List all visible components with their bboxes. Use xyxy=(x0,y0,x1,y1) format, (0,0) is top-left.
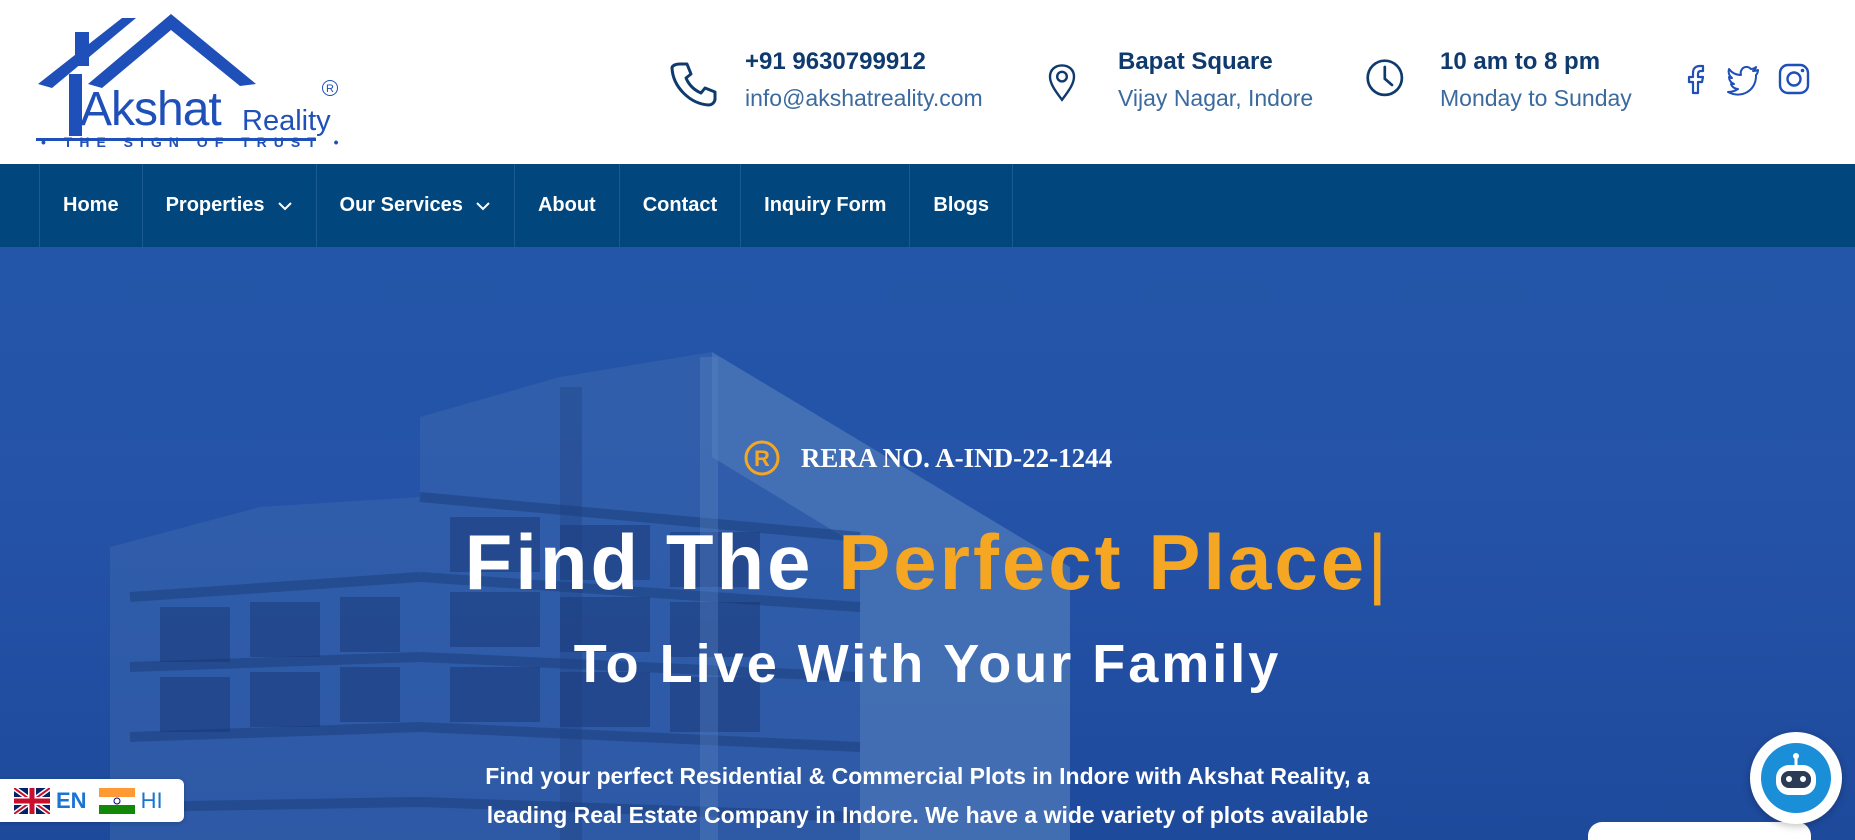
location-pin-icon xyxy=(1048,64,1076,102)
lang-option-hi[interactable]: HI xyxy=(141,788,163,814)
svg-text:R: R xyxy=(754,446,770,471)
nav-item-label: Contact xyxy=(642,194,718,216)
brand-logo[interactable]: Akshat Reality R • THE SIGN OF TRUST • xyxy=(36,12,346,154)
nav-item-home[interactable]: Home xyxy=(40,164,143,247)
nav-item-label: About xyxy=(537,194,596,216)
hours-line-1: 10 am to 8 pm xyxy=(1440,48,1601,75)
main-navigation: Home Properties Our Services About Conta… xyxy=(0,164,1855,247)
chevron-down-icon xyxy=(476,201,490,210)
lang-option-en[interactable]: EN xyxy=(56,788,87,814)
instagram-icon[interactable] xyxy=(1777,62,1811,96)
nav-list: Home Properties Our Services About Conta… xyxy=(39,164,1013,247)
language-switcher: EN HI xyxy=(0,779,184,822)
registered-mark: R xyxy=(322,80,338,96)
contact-address-block: Bapat Square Vijay Nagar, Indore xyxy=(1046,48,1346,120)
rera-number: R RERA NO. A-IND-22-1244 xyxy=(0,440,1855,477)
top-header: Akshat Reality R • THE SIGN OF TRUST • +… xyxy=(0,0,1855,164)
hero-description: Find your perfect Residential & Commerci… xyxy=(485,763,1370,828)
nav-item-about[interactable]: About xyxy=(515,164,620,247)
clock-icon xyxy=(1366,59,1404,97)
email-address[interactable]: info@akshatreality.com xyxy=(745,85,983,112)
brand-tagline: • THE SIGN OF TRUST • xyxy=(41,134,346,150)
facebook-icon[interactable] xyxy=(1680,62,1714,96)
hero-section: R RERA NO. A-IND-22-1244 Find The Perfec… xyxy=(0,247,1855,840)
nav-item-label: Blogs xyxy=(933,194,989,216)
nav-item-contact[interactable]: Contact xyxy=(620,164,742,247)
nav-item-label: Properties xyxy=(165,194,265,216)
address-line-1: Bapat Square xyxy=(1118,48,1273,75)
twitter-icon[interactable] xyxy=(1727,62,1761,96)
chatbot-icon-bg xyxy=(1761,743,1831,813)
hero-subheadline: To Live With Your Family xyxy=(573,634,1282,694)
chat-preview-panel[interactable] xyxy=(1588,822,1811,840)
contact-phone-block: +91 9630799912 info@akshatreality.com xyxy=(668,48,1008,120)
uk-flag-icon[interactable] xyxy=(14,787,50,814)
nav-item-properties[interactable]: Properties xyxy=(143,164,317,247)
headline-text: Find The xyxy=(464,518,839,606)
typing-cursor: | xyxy=(1367,518,1391,606)
hero-headline: Find The Perfect Place| xyxy=(0,517,1855,608)
chatbot-button[interactable] xyxy=(1750,732,1842,824)
brand-name: Akshat xyxy=(80,82,222,137)
nav-item-our-services[interactable]: Our Services xyxy=(317,164,515,247)
registered-icon: R xyxy=(744,440,780,476)
brand-name-text: Akshat xyxy=(80,83,222,136)
india-flag-icon[interactable] xyxy=(98,787,135,814)
phone-number[interactable]: +91 9630799912 xyxy=(745,48,926,76)
contact-hours-block: 10 am to 8 pm Monday to Sunday xyxy=(1365,48,1665,120)
nav-item-label: Inquiry Form xyxy=(764,194,887,216)
chevron-down-icon xyxy=(277,201,292,210)
rera-text: RERA NO. A-IND-22-1244 xyxy=(800,443,1113,473)
nav-item-label: Our Services xyxy=(339,194,463,216)
robot-icon xyxy=(1776,753,1816,795)
headline-accent-text: Perfect Place xyxy=(838,518,1368,606)
hours-line-2: Monday to Sunday xyxy=(1440,85,1632,111)
nav-item-label: Home xyxy=(63,194,119,216)
nav-item-inquiry-form[interactable]: Inquiry Form xyxy=(741,164,911,247)
nav-item-blogs[interactable]: Blogs xyxy=(910,164,1013,247)
address-line-2: Vijay Nagar, Indore xyxy=(1118,85,1314,111)
phone-icon xyxy=(670,62,717,107)
